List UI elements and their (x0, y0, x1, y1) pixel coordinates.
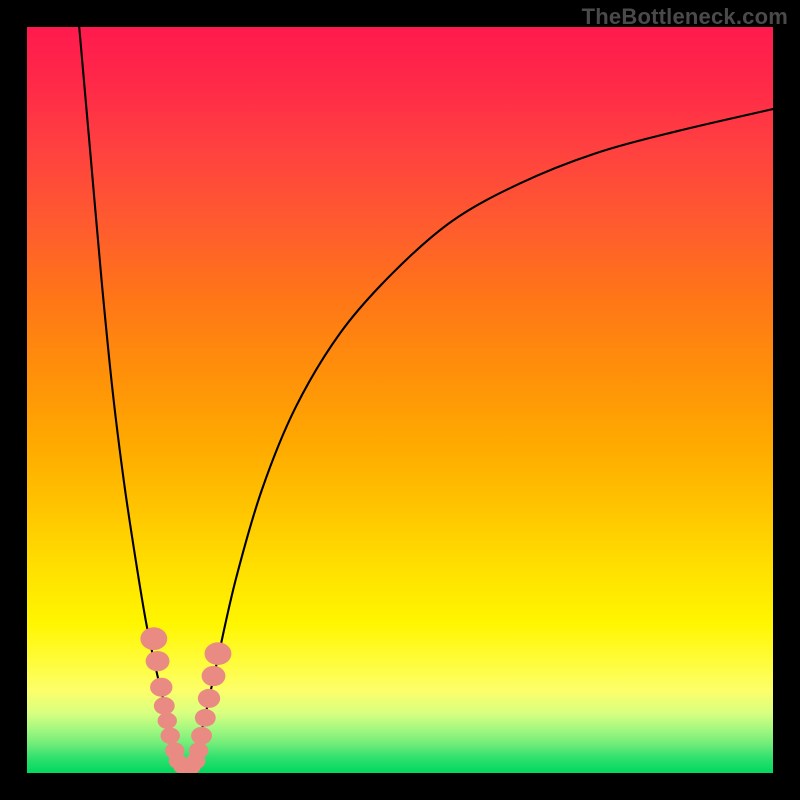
highlight-dot (154, 697, 175, 715)
highlight-dot (189, 742, 208, 758)
highlight-dot (146, 651, 170, 671)
highlight-dot (205, 642, 232, 665)
highlight-dots (140, 627, 231, 773)
curve-layer (27, 27, 773, 773)
highlight-dot (191, 727, 212, 745)
highlight-dot (202, 666, 226, 686)
highlight-dot (161, 727, 180, 743)
highlight-dot (140, 627, 167, 650)
highlight-dot (195, 709, 216, 727)
watermark-text: TheBottleneck.com (582, 4, 788, 30)
highlight-dot (198, 689, 220, 708)
highlight-dot (158, 713, 177, 729)
bottleneck-curve-right (191, 109, 773, 769)
highlight-dot (150, 678, 172, 697)
chart-plot-area (27, 27, 773, 773)
